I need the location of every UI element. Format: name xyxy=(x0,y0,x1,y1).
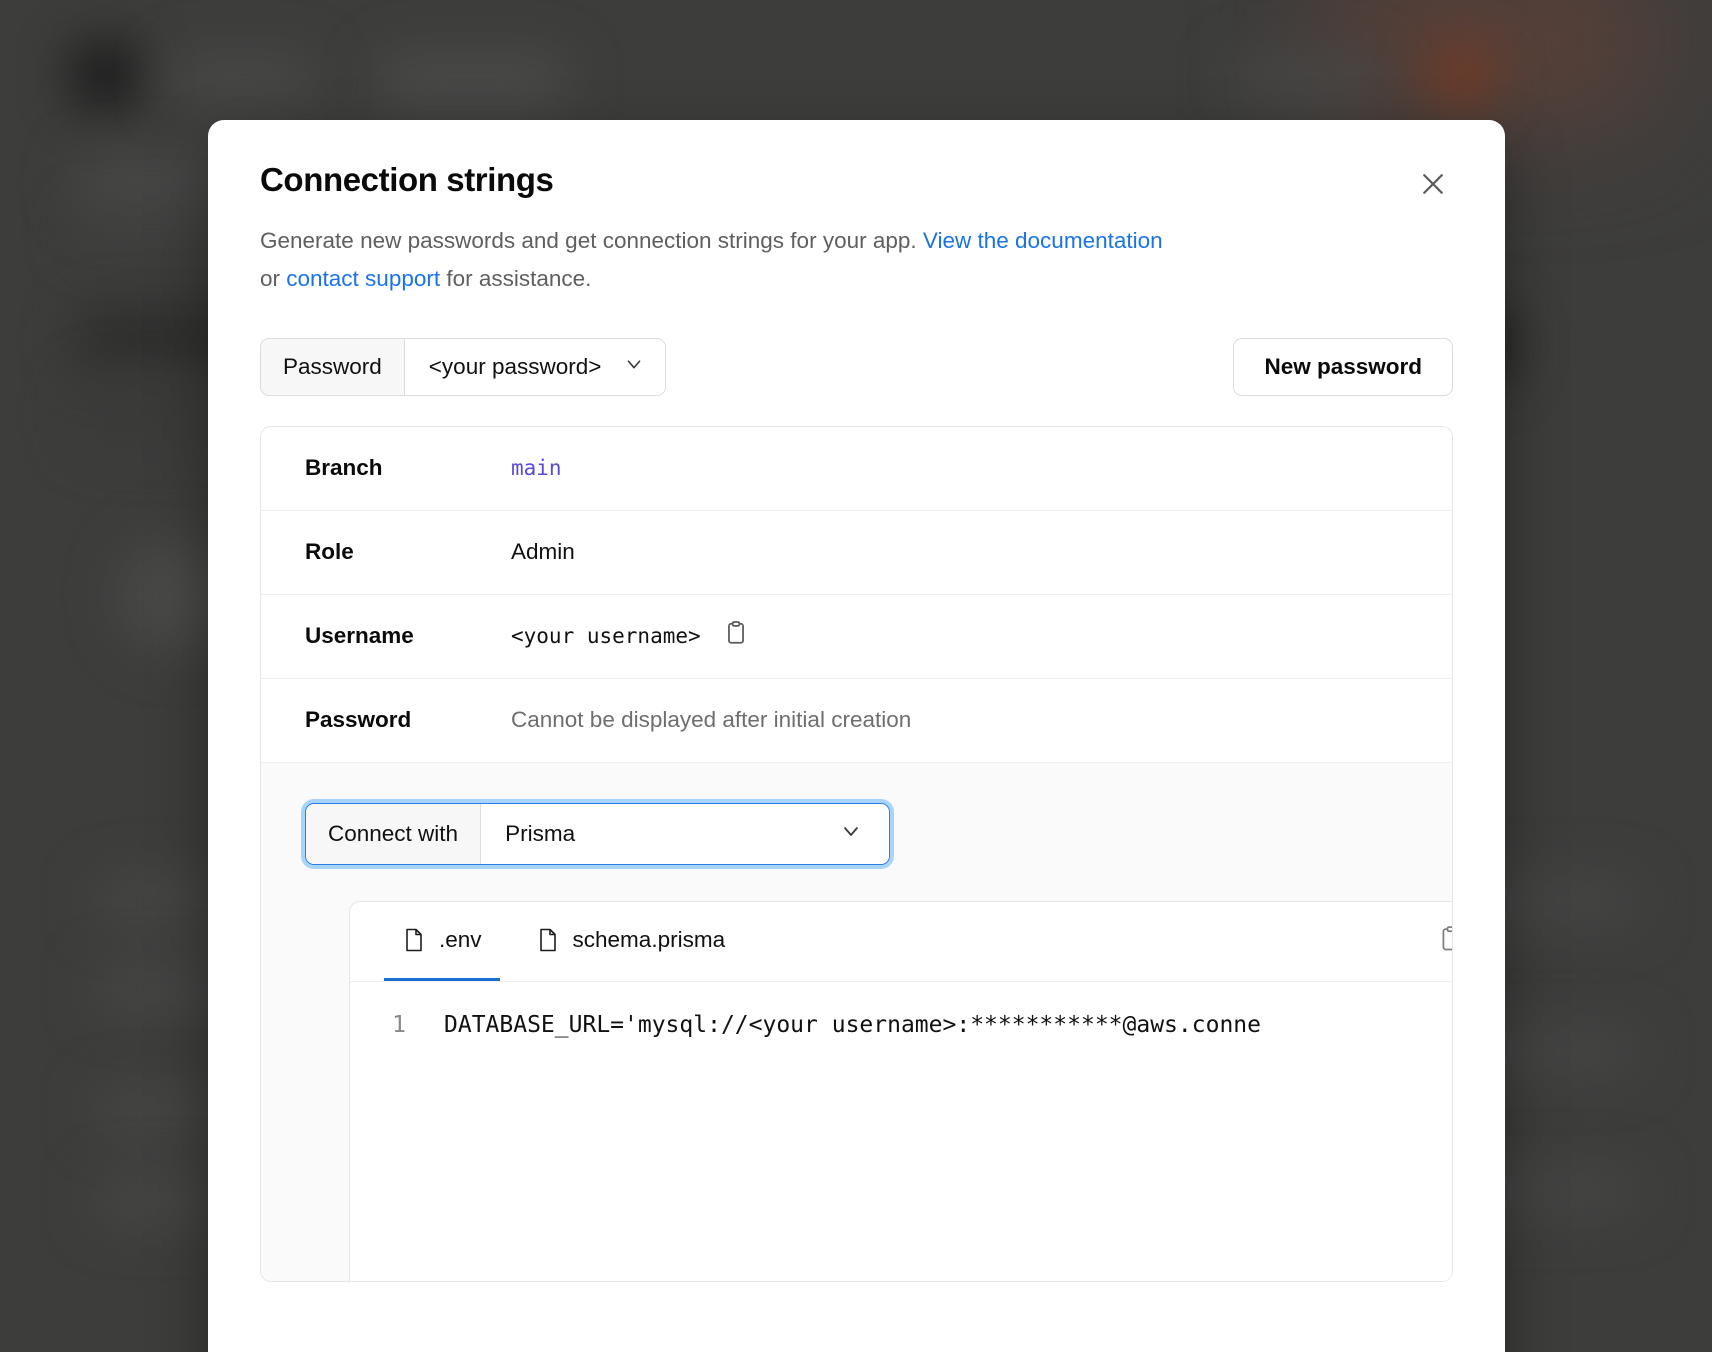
file-icon xyxy=(402,927,426,953)
info-row-key: Password xyxy=(305,707,511,733)
contact-support-link[interactable]: contact support xyxy=(286,266,440,291)
description-lead: Generate new passwords and get connectio… xyxy=(260,228,923,253)
backdrop-nav-pill-3 xyxy=(1232,58,1382,102)
code-line-content: DATABASE_URL='mysql://<your username>:**… xyxy=(422,1008,1261,1043)
role-value: Admin xyxy=(511,539,575,565)
code-editor[interactable]: 1 DATABASE_URL='mysql://<your username>:… xyxy=(350,982,1453,1043)
tab-env-label: .env xyxy=(439,927,482,953)
password-value: Cannot be displayed after initial creati… xyxy=(511,707,911,733)
backdrop-card-2 xyxy=(78,216,228,246)
backdrop-left-row-4 xyxy=(96,1178,216,1220)
backdrop-left-row-1 xyxy=(96,880,216,922)
description-tail: for assistance. xyxy=(440,266,591,291)
connect-with-label: Connect with xyxy=(306,804,481,864)
clipboard-icon xyxy=(1437,925,1453,958)
dialog-description: Generate new passwords and get connectio… xyxy=(260,222,1180,298)
password-selector-value: <your password> xyxy=(429,354,602,380)
password-selector-label: Password xyxy=(261,339,405,395)
chevron-down-icon xyxy=(623,353,645,381)
table-row: Role Admin xyxy=(261,511,1452,595)
connect-with-value-button[interactable]: Prisma xyxy=(481,804,889,864)
connect-with-value: Prisma xyxy=(505,821,575,847)
backdrop-left-row-3 xyxy=(96,1090,216,1132)
table-row: Password Cannot be displayed after initi… xyxy=(261,679,1452,763)
copy-code-button[interactable] xyxy=(1437,925,1453,958)
line-number: 1 xyxy=(350,1008,422,1043)
close-button[interactable] xyxy=(1413,164,1453,204)
description-between: or xyxy=(260,266,286,291)
connection-strings-dialog: Connection strings Generate new password… xyxy=(208,120,1505,1352)
tab-schema-prisma[interactable]: schema.prisma xyxy=(518,902,744,981)
password-selector-value-button[interactable]: <your password> xyxy=(405,339,666,395)
backdrop-logo xyxy=(72,42,138,108)
connect-with-panel: Connect with Prisma xyxy=(261,763,1452,1281)
table-row: Username <your username> xyxy=(261,595,1452,679)
chevron-down-icon xyxy=(839,819,863,849)
view-documentation-link[interactable]: View the documentation xyxy=(923,228,1163,253)
connection-info-card: Branch main Role Admin Username <your us… xyxy=(260,426,1453,1282)
password-selector[interactable]: Password <your password> xyxy=(260,338,666,396)
file-icon xyxy=(536,927,560,953)
username-value: <your username> xyxy=(511,624,701,648)
code-tab-bar: .env schema.prisma xyxy=(350,902,1453,982)
backdrop-nav-pill-2 xyxy=(378,58,566,102)
backdrop-sheen xyxy=(1330,0,1650,120)
tab-env[interactable]: .env xyxy=(384,902,500,981)
backdrop-left-row-2 xyxy=(96,968,226,1010)
info-row-key: Username xyxy=(305,623,511,649)
new-password-button[interactable]: New password xyxy=(1233,338,1453,396)
backdrop-avatar xyxy=(1432,46,1490,104)
code-snippet-card: .env schema.prisma xyxy=(349,901,1453,1281)
password-controls-row: Password <your password> New password xyxy=(260,338,1453,396)
tab-schema-prisma-label: schema.prisma xyxy=(573,927,726,953)
table-row: Branch main xyxy=(261,427,1452,511)
close-icon xyxy=(1418,169,1448,199)
dialog-header: Connection strings xyxy=(260,120,1453,204)
info-row-key: Branch xyxy=(305,455,511,481)
clipboard-icon xyxy=(723,620,749,652)
copy-username-button[interactable] xyxy=(723,620,749,652)
backdrop-nav-pill-1 xyxy=(168,58,314,102)
branch-value: main xyxy=(511,456,562,480)
info-row-key: Role xyxy=(305,539,511,565)
page-title: Connection strings xyxy=(260,160,553,200)
connect-with-selector[interactable]: Connect with Prisma xyxy=(305,803,890,865)
